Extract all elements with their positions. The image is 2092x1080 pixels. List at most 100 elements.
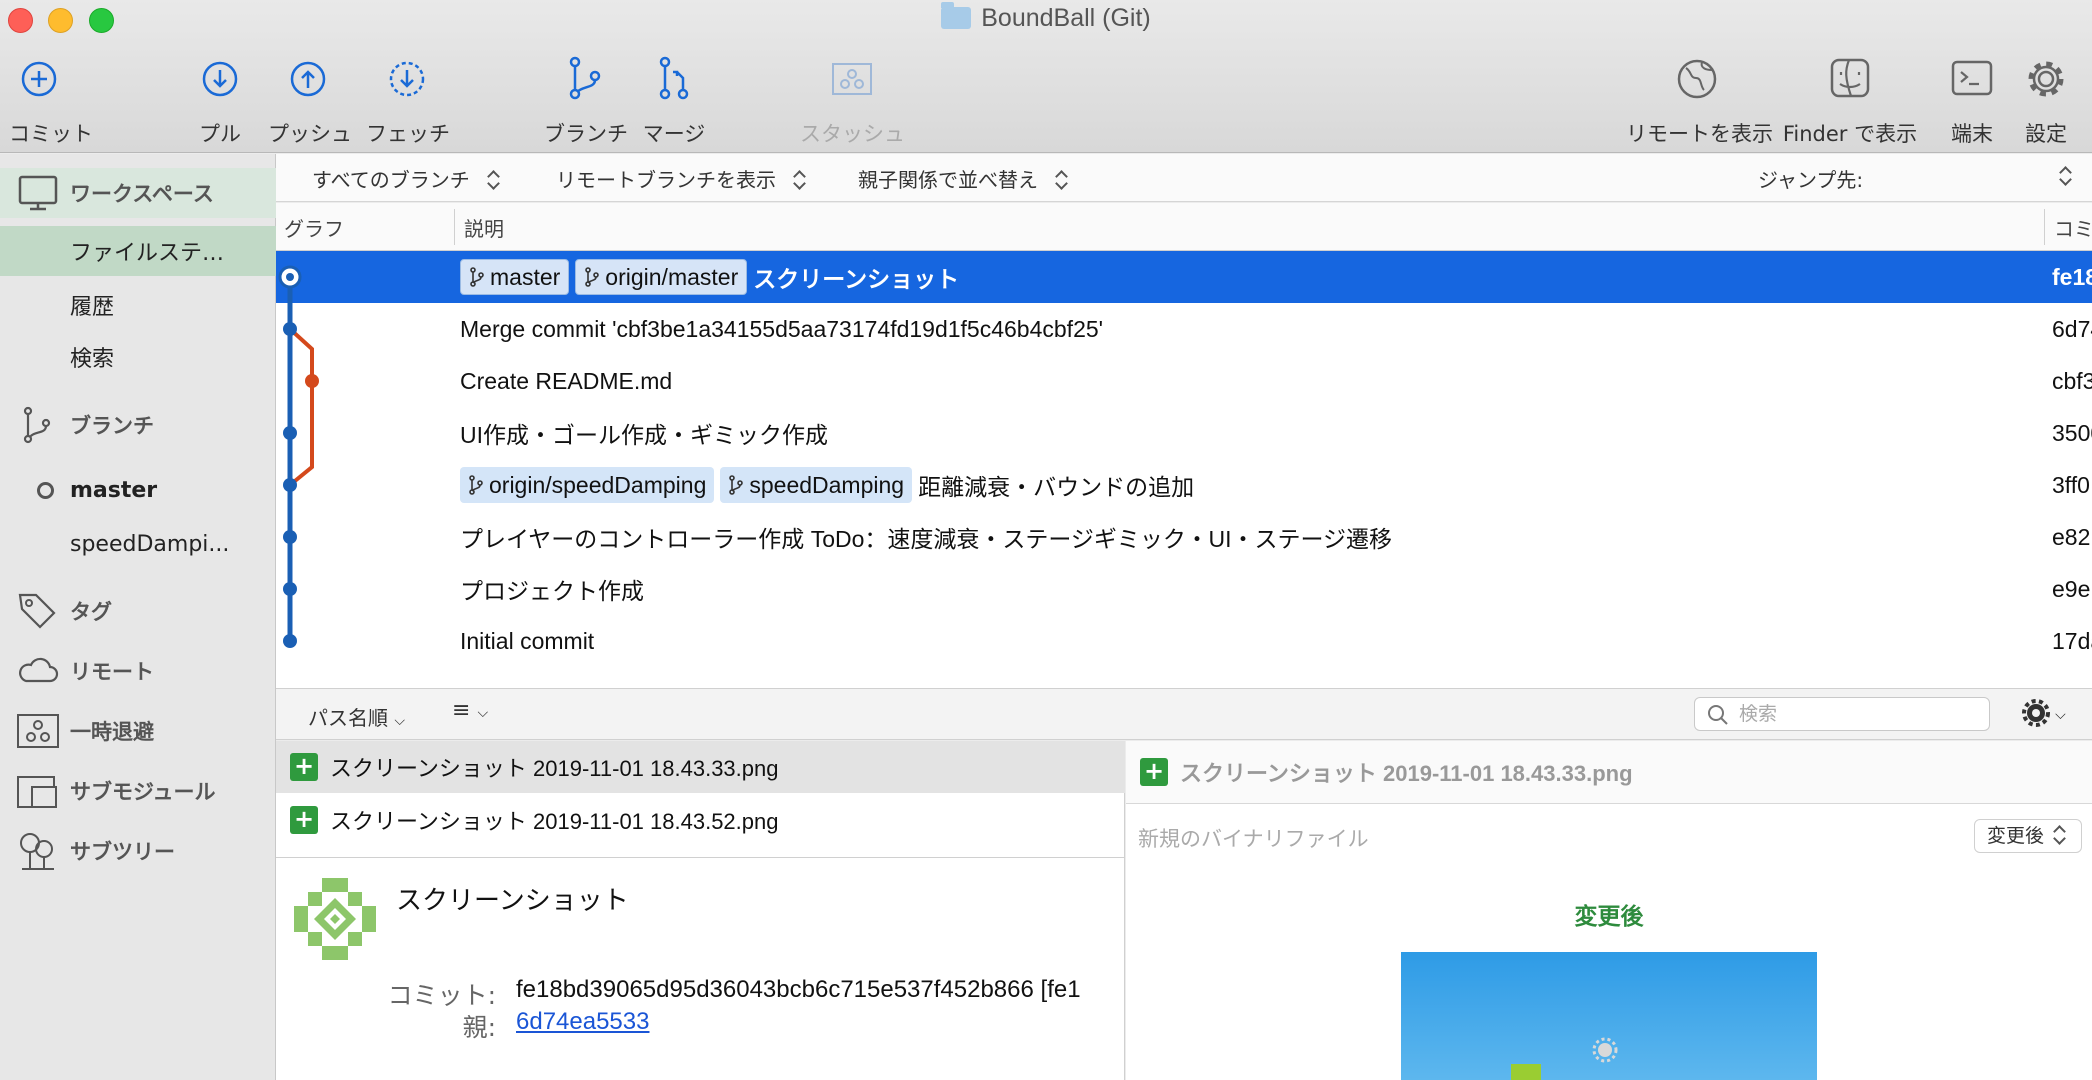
- push-icon: [290, 61, 326, 97]
- file-preview: + スクリーンショット 2019-11-01 18.43.33.png 新規のバ…: [1126, 741, 2092, 1080]
- file-row[interactable]: + スクリーンショット 2019-11-01 18.43.52.png: [276, 794, 1125, 846]
- commit-row[interactable]: Merge commit 'cbf3be1a34155d5aa73174fd19…: [276, 303, 2092, 355]
- parent-label: 親:: [462, 1013, 496, 1042]
- sidebar-section-submodules[interactable]: サブモジュール: [0, 766, 276, 816]
- commit-row[interactable]: プレイヤーのコントローラー作成 ToDo：速度減衰・ステージギミック・UI・ステ…: [276, 511, 2092, 563]
- jump-to-select[interactable]: [2060, 164, 2072, 188]
- branch-tag[interactable]: master: [460, 259, 570, 295]
- commit-hash: 6d74: [2052, 315, 2092, 342]
- column-header-graph[interactable]: グラフ: [284, 213, 344, 242]
- branch-button[interactable]: ブランチ: [544, 52, 628, 148]
- preview-header: + スクリーンショット 2019-11-01 18.43.33.png: [1126, 741, 2092, 804]
- show-remote-label: リモートを表示: [1626, 122, 1773, 146]
- sidebar-item-search[interactable]: 検索: [0, 332, 276, 382]
- tree-icon: [20, 833, 54, 870]
- fetch-icon: [389, 61, 425, 97]
- sidebar-item-history[interactable]: 履歴: [0, 280, 276, 330]
- sidebar-section-stashes[interactable]: 一時退避: [0, 706, 276, 756]
- sidebar-section-subtrees[interactable]: サブツリー: [0, 826, 276, 876]
- file-row[interactable]: + スクリーンショット 2019-11-01 18.43.33.png: [276, 741, 1125, 793]
- tag-icon: [18, 593, 56, 629]
- graph-node: [283, 530, 297, 544]
- column-header-commit[interactable]: コミ: [2054, 213, 2092, 242]
- graph-node: [286, 273, 294, 281]
- commit-message: Merge commit 'cbf3be1a34155d5aa73174fd19…: [460, 315, 1104, 342]
- commit-message: 距離減衰・バウンドの追加: [918, 474, 1195, 500]
- all-branches-label: すべてのブランチ: [312, 168, 470, 192]
- plus-circle-icon: [21, 61, 57, 97]
- sort-order-select[interactable]: 親子関係で並べ替え: [858, 164, 1068, 193]
- commit-details: スクリーンショット コミット: fe18bd39065d95d36043bcb6…: [276, 857, 1125, 1080]
- branch-tag[interactable]: speedDamping: [720, 467, 913, 503]
- commit-row[interactable]: プロジェクト作成 e9e: [276, 563, 2092, 615]
- show-finder-label: Finder で表示: [1782, 122, 1918, 146]
- column-divider[interactable]: [454, 209, 455, 245]
- commit-hash: e82: [2052, 523, 2091, 550]
- commit-row[interactable]: master origin/master スクリーンショット fe18: [276, 251, 2092, 303]
- fetch-button[interactable]: フェッチ: [366, 52, 450, 148]
- submodule-icon: [17, 776, 57, 808]
- folder-icon: [941, 2, 972, 29]
- sidebar-submodules-label: サブモジュール: [70, 780, 216, 804]
- stash-button[interactable]: スタッシュ: [800, 52, 905, 148]
- commit-list: master origin/master スクリーンショット fe18 Merg…: [276, 251, 2092, 688]
- branch-tag[interactable]: origin/master: [575, 259, 748, 295]
- show-finder-button[interactable]: Finder で表示: [1782, 52, 1918, 148]
- sidebar-item-file-status[interactable]: ファイルステ…: [0, 226, 276, 276]
- pull-button[interactable]: プル: [194, 52, 246, 148]
- sort-by-path-dropdown[interactable]: パス名順 ⌵: [308, 702, 405, 731]
- commit-description: origin/speedDamping speedDamping 距離減衰・バウ…: [460, 459, 1194, 511]
- commit-row[interactable]: UI作成・ゴール作成・ギミック作成 3500: [276, 407, 2092, 459]
- monitor-icon: [18, 175, 58, 211]
- sidebar-section-remotes[interactable]: リモート: [0, 646, 276, 696]
- chevron-down-icon: ⌵: [394, 713, 405, 729]
- branch-icon: [470, 267, 484, 287]
- commit-row[interactable]: origin/speedDamping speedDamping 距離減衰・バウ…: [276, 459, 2092, 511]
- sort-by-path-label: パス名順: [308, 706, 388, 730]
- commit-description: プレイヤーのコントローラー作成 ToDo：速度減衰・ステージギミック・UI・ステ…: [460, 511, 1392, 563]
- version-select[interactable]: 変更後: [1974, 819, 2082, 853]
- pull-icon: [202, 61, 238, 97]
- merge-button[interactable]: マージ: [642, 52, 706, 148]
- push-button[interactable]: プッシュ: [268, 52, 352, 148]
- branch-tag[interactable]: origin/speedDamping: [460, 467, 715, 503]
- sidebar-item-branch-speeddamping[interactable]: speedDampi...: [0, 519, 276, 569]
- sidebar-section-tags[interactable]: タグ: [0, 586, 276, 636]
- current-branch-icon: [37, 481, 54, 499]
- sidebar-remotes-label: リモート: [70, 660, 154, 684]
- show-remote-branches-select[interactable]: リモートブランチを表示: [556, 164, 806, 193]
- sidebar-item-branch-master[interactable]: master: [0, 465, 276, 515]
- branch-tag-label: master: [490, 263, 561, 290]
- sidebar-branches-label: ブランチ: [70, 414, 154, 438]
- history-filter-bar: すべてのブランチ リモートブランチを表示 親子関係で並べ替え ジャンプ先:: [276, 154, 2092, 202]
- all-branches-select[interactable]: すべてのブランチ: [312, 164, 500, 193]
- terminal-label: 端末: [1951, 122, 1993, 146]
- parent-commit-link[interactable]: 6d74ea5533: [516, 1008, 649, 1036]
- terminal-icon: [1951, 60, 1993, 96]
- sidebar-section-branches[interactable]: ブランチ: [0, 400, 276, 450]
- column-header-description[interactable]: 説明: [464, 213, 504, 242]
- commit-message: スクリーンショット: [753, 266, 960, 292]
- file-options-menu[interactable]: ⌵: [2022, 699, 2066, 731]
- branch-tag-label: origin/speedDamping: [489, 471, 707, 498]
- view-mode-dropdown[interactable]: ≡ ⌵: [452, 698, 488, 723]
- chevron-down-icon: ⌵: [2055, 707, 2066, 723]
- file-list-toolbar: パス名順 ⌵ ≡ ⌵ 検索 ⌵: [276, 688, 2092, 740]
- search-input[interactable]: 検索: [1694, 697, 1990, 731]
- sidebar-section-workspace[interactable]: ワークスペース: [0, 168, 276, 218]
- added-file-icon: +: [290, 753, 318, 781]
- chevron-down-icon: ⌵: [477, 705, 489, 721]
- terminal-button[interactable]: 端末: [1944, 52, 2000, 148]
- after-label: 変更後: [1574, 904, 1644, 930]
- commit-row[interactable]: Create README.md cbf3: [276, 355, 2092, 407]
- column-divider[interactable]: [2044, 209, 2045, 245]
- graph-node: [283, 634, 297, 648]
- stash-label: スタッシュ: [800, 122, 905, 146]
- settings-button[interactable]: 設定: [2020, 52, 2072, 148]
- show-remote-button[interactable]: リモートを表示: [1626, 52, 1773, 148]
- graph-node: [283, 426, 297, 440]
- gear-icon: [2028, 61, 2064, 97]
- graph-line-branch: [288, 327, 314, 487]
- commit-button[interactable]: コミット: [9, 52, 93, 148]
- commit-row[interactable]: Initial commit 17da: [276, 615, 2092, 667]
